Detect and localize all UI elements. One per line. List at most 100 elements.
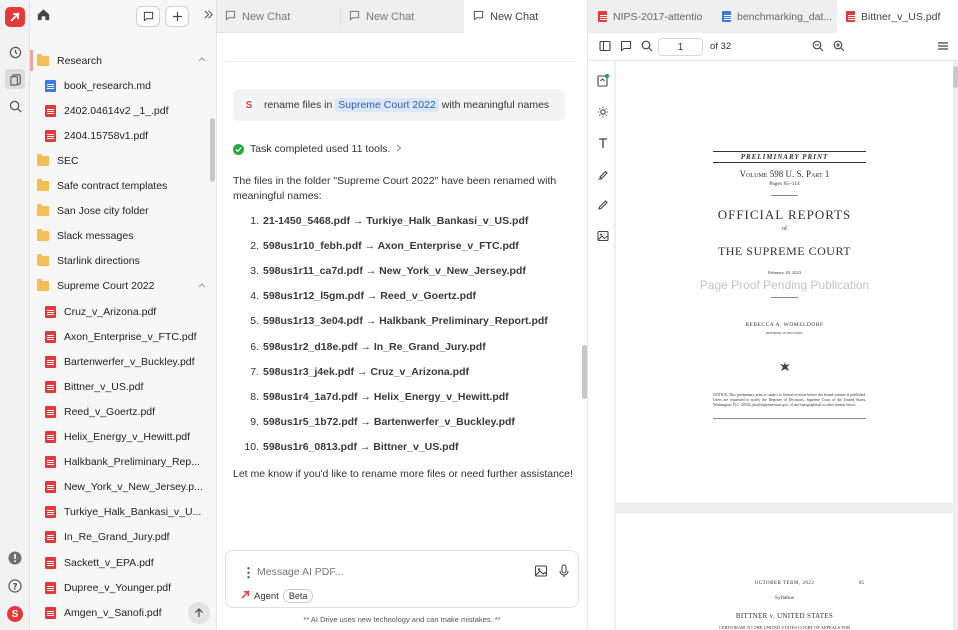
brightness-icon[interactable]: [597, 106, 609, 121]
search-icon[interactable]: [5, 96, 25, 116]
file-item[interactable]: Cruz_v_Arizona.pdf: [30, 299, 210, 324]
history-icon[interactable]: [5, 42, 25, 62]
rename-text: 598us1r13_3e04.pdf → Halkbank_Preliminar…: [263, 315, 548, 328]
folder-item[interactable]: Slack messages: [30, 224, 210, 249]
left-rail: ? S: [0, 0, 30, 630]
add-button[interactable]: [165, 6, 189, 27]
user-message: S rename files in Supreme Court 2022 wit…: [233, 89, 565, 121]
folder-item[interactable]: Research: [30, 48, 210, 73]
text-tool-icon[interactable]: [597, 137, 609, 152]
tab-label: New Chat: [366, 10, 415, 23]
file-item[interactable]: Dupree_v_Younger.pdf: [30, 575, 210, 600]
folder-item[interactable]: Supreme Court 2022: [30, 274, 210, 299]
pdf-scrollbar[interactable]: [953, 66, 958, 88]
pdf-viewer[interactable]: PRELIMINARY PRINT Volume 598 U. S. Part …: [614, 61, 958, 630]
file-item[interactable]: Helix_Energy_v_Hewitt.pdf: [30, 425, 210, 450]
new-chat-button[interactable]: [136, 6, 160, 27]
file-item[interactable]: Halkbank_Preliminary_Rep...: [30, 450, 210, 475]
message-input[interactable]: [257, 566, 497, 578]
microphone-icon[interactable]: [558, 564, 570, 581]
user-avatar[interactable]: S: [7, 606, 23, 622]
menu-icon[interactable]: [937, 40, 949, 55]
app-logo[interactable]: [5, 7, 25, 27]
pages-line: Pages 85–114: [769, 181, 800, 187]
rename-list-item: 4. 598us1r12_l5gm.pdf → Reed_v_Goertz.pdf: [233, 286, 573, 306]
tree-item-label: Halkbank_Preliminary_Rep...: [64, 456, 200, 469]
file-item[interactable]: Bittner_v_US.pdf: [30, 374, 210, 399]
sidebar-scrollbar[interactable]: [210, 118, 215, 182]
folder-item[interactable]: Safe contract templates: [30, 174, 210, 199]
pdf-tab-benchmarking[interactable]: benchmarking_dat...: [722, 0, 836, 33]
more-options-icon[interactable]: ⋮: [242, 565, 255, 581]
pdf-file-icon: [45, 556, 56, 569]
file-item[interactable]: Sackett_v_EPA.pdf: [30, 550, 210, 575]
folder-item[interactable]: Starlink directions: [30, 249, 210, 274]
pdf-tab-label: benchmarking_dat...: [737, 10, 833, 23]
page-number-input[interactable]: [658, 38, 703, 56]
files-icon[interactable]: [5, 69, 25, 89]
chevron-up-icon[interactable]: [198, 56, 206, 62]
tab-divider: [340, 8, 341, 25]
chevron-right-icon: [396, 143, 402, 155]
file-item[interactable]: New_York_v_New_Jersey.p...: [30, 475, 210, 500]
alert-icon[interactable]: [5, 548, 25, 568]
file-item[interactable]: In_Re_Grand_Jury.pdf: [30, 525, 210, 550]
rename-list-item: 6. 598us1r2_d18e.pdf → In_Re_Grand_Jury.p…: [233, 337, 573, 357]
pdf-toolbar: of 32: [587, 33, 958, 61]
folder-item[interactable]: SEC: [30, 148, 210, 173]
folder-icon: [37, 179, 49, 191]
doc-file-icon: [722, 11, 731, 22]
pen-icon[interactable]: [597, 199, 609, 214]
help-icon[interactable]: ?: [5, 576, 25, 596]
chevron-up-icon[interactable]: [198, 282, 206, 288]
image-upload-icon[interactable]: [534, 564, 548, 581]
eagle-seal-icon: [779, 361, 791, 376]
sidebar-toggle-icon[interactable]: [599, 40, 611, 55]
agent-toggle[interactable]: Agent Beta: [241, 589, 314, 603]
folder-tag[interactable]: Supreme Court 2022: [335, 98, 439, 112]
highlighter-icon[interactable]: [597, 168, 609, 183]
task-status[interactable]: Task completed used 11 tools.: [233, 143, 402, 155]
tree-item-label: Bittner_v_US.pdf: [64, 380, 144, 393]
plus-icon: [172, 11, 182, 22]
file-item[interactable]: Amgen_v_Sanofi.pdf: [30, 600, 210, 625]
comment-icon[interactable]: [620, 40, 632, 55]
case-title: BITTNER v. UNITED STATES: [735, 612, 834, 620]
arrow-up-icon: [195, 608, 203, 617]
collapse-sidebar-icon[interactable]: [203, 9, 214, 23]
folder-item[interactable]: San Jose city folder: [30, 199, 210, 224]
pdf-search-icon[interactable]: [641, 40, 653, 55]
tree-item-label: SEC: [57, 154, 79, 167]
file-item[interactable]: Bartenwerfer_v_Buckley.pdf: [30, 349, 210, 374]
tab-new-chat-3[interactable]: New Chat: [464, 0, 587, 34]
file-item[interactable]: 2404.15758v1.pdf: [30, 123, 210, 148]
folder-icon: [37, 229, 49, 242]
list-number: 6.: [250, 340, 259, 353]
home-icon[interactable]: [36, 7, 51, 25]
pdf-tab-nips[interactable]: NIPS-2017-attentio: [598, 0, 713, 33]
assistant-intro: The files in the folder "Supreme Court 2…: [233, 175, 557, 202]
agent-icon: [241, 590, 250, 602]
file-item[interactable]: 2402.04614v2 _1_.pdf: [30, 98, 210, 123]
file-item[interactable]: book_research.md: [30, 73, 210, 98]
rule: [713, 162, 866, 163]
scroll-top-button[interactable]: [188, 602, 210, 624]
folder-icon: [37, 53, 49, 66]
rule: [713, 151, 866, 152]
file-item[interactable]: Axon_Enterprise_v_FTC.pdf: [30, 324, 210, 349]
file-item[interactable]: Reed_v_Goertz.pdf: [30, 399, 210, 424]
tree-item-label: Turkiye_Halk_Bankasi_v_U...: [64, 506, 202, 519]
zoom-in-icon[interactable]: [833, 40, 845, 55]
supreme-court-title: THE SUPREME COURT: [717, 244, 852, 258]
tab-new-chat-1[interactable]: New Chat: [225, 0, 340, 33]
image-tool-icon[interactable]: [597, 230, 609, 245]
ai-tool-icon[interactable]: [597, 73, 610, 90]
list-number: 4.: [250, 290, 259, 303]
zoom-out-icon[interactable]: [812, 40, 824, 55]
tab-new-chat-2[interactable]: New Chat: [349, 0, 464, 33]
notice-text: NOTICE: This preliminary print is subjec…: [713, 393, 866, 408]
file-item[interactable]: Turkiye_Halk_Bankasi_v_U...: [30, 500, 210, 525]
pdf-tab-bittner[interactable]: Bittner_v_US.pdf: [837, 0, 958, 33]
list-number: 3.: [250, 265, 259, 278]
rename-text: 598us1r10_febh.pdf → Axon_Enterprise_v_F…: [263, 240, 519, 253]
